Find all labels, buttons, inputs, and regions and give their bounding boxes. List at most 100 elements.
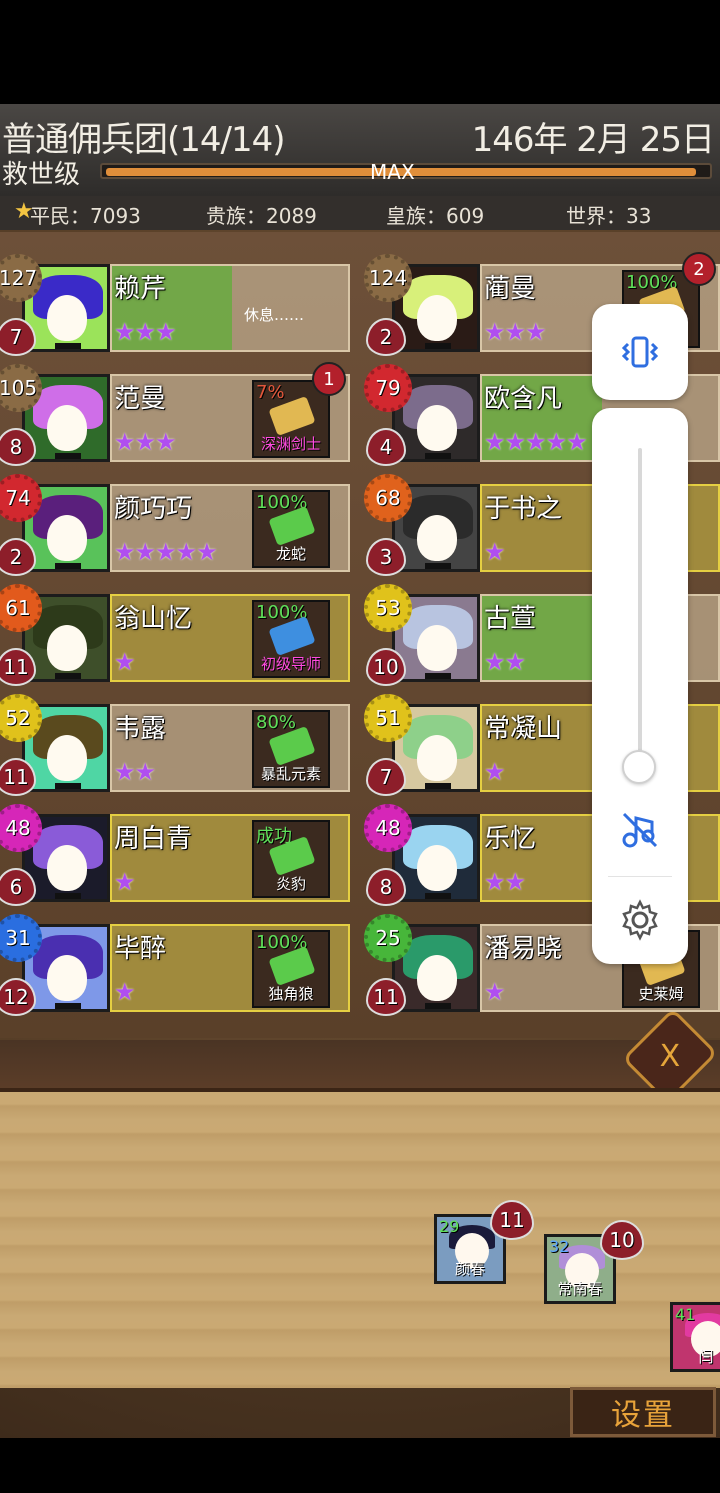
unit-heart-badge: 11 bbox=[490, 1200, 534, 1240]
heart-badge: 10 bbox=[366, 648, 406, 686]
star-rating: ★★ bbox=[114, 758, 156, 786]
star-rating: ★★ bbox=[484, 868, 526, 896]
item-name: 深渊剑士 bbox=[260, 435, 321, 453]
level-badge: 25 bbox=[364, 914, 412, 962]
star-rating: ★ bbox=[114, 868, 135, 896]
roster-card[interactable]: 范曼 ★★★ 105 8 7% 深渊剑士 1 bbox=[0, 362, 350, 466]
mercenary-name: 常凝山 bbox=[484, 714, 563, 744]
avatar-body bbox=[425, 893, 451, 899]
heart-badge: 3 bbox=[366, 538, 406, 576]
game-date: 146年 2月 25日 bbox=[471, 120, 715, 160]
quest-item[interactable]: 80% 暴乱元素 bbox=[252, 710, 330, 788]
avatar-face bbox=[417, 625, 457, 671]
roster-card[interactable]: 翁山忆 ★ 61 11 100% 初级导师 bbox=[0, 584, 350, 686]
tray-unit[interactable]: 41 闫 bbox=[670, 1302, 720, 1372]
avatar-body bbox=[55, 893, 81, 899]
avatar-face bbox=[47, 405, 87, 451]
mercenary-name: 范曼 bbox=[114, 384, 167, 414]
level-badge: 124 bbox=[364, 254, 412, 302]
avatar-body bbox=[425, 783, 451, 789]
star-rating: ★ bbox=[114, 978, 135, 1006]
roster-card[interactable]: 赖芹 ★★★ 127 7 休息…… bbox=[0, 254, 350, 356]
avatar-body bbox=[55, 453, 81, 459]
quest-item[interactable]: 100% 初级导师 bbox=[252, 600, 330, 678]
avatar-body bbox=[425, 673, 451, 679]
avatar-body bbox=[425, 453, 451, 459]
item-name: 暴乱元素 bbox=[260, 765, 321, 783]
roster-card[interactable]: 毕醉 ★ 31 12 100% 独角狼 bbox=[0, 914, 350, 1016]
avatar-face bbox=[47, 955, 87, 1001]
navigation-bar bbox=[0, 1438, 720, 1493]
avatar-face bbox=[417, 735, 457, 781]
vibrate-icon bbox=[621, 336, 659, 368]
item-progress: 7% bbox=[256, 382, 285, 403]
rank-label: 救世级 bbox=[2, 160, 81, 190]
heart-badge: 4 bbox=[366, 428, 406, 466]
volume-slider-thumb[interactable] bbox=[622, 750, 656, 784]
rest-status: 休息…… bbox=[244, 306, 305, 324]
heart-badge: 2 bbox=[366, 318, 406, 356]
avatar-face bbox=[47, 845, 87, 891]
quest-item[interactable]: 100% 独角狼 bbox=[252, 930, 330, 1008]
star-rating: ★★★ bbox=[114, 428, 177, 456]
avatar-face bbox=[47, 295, 87, 341]
star-rating: ★ bbox=[484, 978, 505, 1006]
item-name: 炎豹 bbox=[275, 875, 306, 893]
star-rating: ★ bbox=[484, 758, 505, 786]
star-rating: ★ bbox=[484, 538, 505, 566]
volume-slider-track[interactable] bbox=[638, 448, 642, 770]
roster-card[interactable]: 韦露 ★★ 52 11 80% 暴乱元素 bbox=[0, 694, 350, 796]
avatar-body bbox=[55, 343, 81, 349]
close-icon: X bbox=[659, 1038, 681, 1074]
item-name: 初级导师 bbox=[260, 655, 321, 673]
media-mute-button[interactable] bbox=[618, 808, 662, 852]
item-name: 史莱姆 bbox=[638, 985, 684, 1003]
star-rating: ★★★ bbox=[484, 318, 547, 346]
avatar-body bbox=[55, 673, 81, 679]
unit-name: 颜春 bbox=[454, 1260, 485, 1278]
level-badge: 53 bbox=[364, 584, 412, 632]
mercenary-name: 古萱 bbox=[484, 604, 537, 634]
unit-name: 常南春 bbox=[557, 1280, 603, 1298]
count-badge: 1 bbox=[312, 362, 346, 396]
sound-settings-button[interactable] bbox=[618, 898, 662, 942]
level-badge: 48 bbox=[364, 804, 412, 852]
level-badge: 51 bbox=[364, 694, 412, 742]
mercenary-name: 周白青 bbox=[114, 824, 193, 854]
music-muted-icon bbox=[622, 812, 658, 848]
quest-item[interactable]: 成功 炎豹 bbox=[252, 820, 330, 898]
star-rating: ★★★★★ bbox=[114, 538, 218, 566]
avatar-face bbox=[417, 515, 457, 561]
mercenary-name: 欧含凡 bbox=[484, 384, 563, 414]
volume-divider bbox=[608, 876, 672, 877]
star-rating: ★ bbox=[114, 648, 135, 676]
mercenary-name: 乐忆 bbox=[484, 824, 537, 854]
avatar-body bbox=[425, 563, 451, 569]
settings-button[interactable]: 设置 bbox=[570, 1387, 716, 1437]
mercenary-name: 潘易晓 bbox=[484, 934, 563, 964]
avatar-face bbox=[47, 735, 87, 781]
item-name: 龙蛇 bbox=[275, 545, 306, 563]
mercenary-name: 于书之 bbox=[484, 494, 563, 524]
ringer-mode-button[interactable] bbox=[592, 304, 688, 400]
roster-card[interactable]: 颜巧巧 ★★★★★ 74 2 100% 龙蛇 bbox=[0, 474, 350, 576]
unit-name: 闫 bbox=[698, 1348, 714, 1366]
screen: 普通佣兵团(14/14) 146年 2月 25日 救世级 MAX ★ 平民：70… bbox=[0, 0, 720, 1493]
heart-badge: 7 bbox=[366, 758, 406, 796]
mercenary-name: 翁山忆 bbox=[114, 604, 193, 634]
heart-badge: 8 bbox=[366, 868, 406, 906]
mercenary-name: 韦露 bbox=[114, 714, 167, 744]
avatar-body bbox=[425, 1003, 451, 1009]
level-badge: 79 bbox=[364, 364, 412, 412]
avatar-face bbox=[417, 405, 457, 451]
mercenary-name: 毕醉 bbox=[114, 934, 167, 964]
avatar-body bbox=[425, 343, 451, 349]
mercenary-name: 赖芹 bbox=[114, 274, 167, 304]
unit-level: 41 bbox=[675, 1305, 696, 1324]
unit-heart-badge: 10 bbox=[600, 1220, 644, 1260]
roster-card[interactable]: 周白青 ★ 48 6 成功 炎豹 bbox=[0, 804, 350, 906]
gear-icon bbox=[622, 899, 658, 941]
avatar-body bbox=[55, 563, 81, 569]
level-badge: 68 bbox=[364, 474, 412, 522]
quest-item[interactable]: 100% 龙蛇 bbox=[252, 490, 330, 568]
